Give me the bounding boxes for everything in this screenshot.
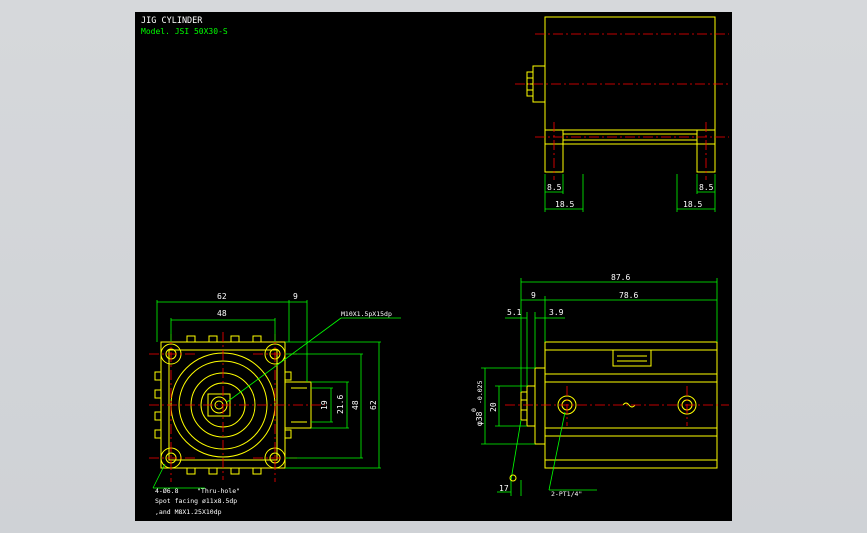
top-view: 8.5 8.5 18.5 18.5 [515,16,729,212]
dim-8-5-left: 8.5 [547,183,562,192]
dim-87-6: 87.6 [611,273,630,282]
dim-78-6: 78.6 [619,291,638,300]
spot-facing-note: Spot facing ø11x8.5dp [155,497,237,505]
dim-9-side: 9 [531,291,536,300]
port-note: 2-PT1/4" [551,490,582,498]
dim-8-5-right: 8.5 [699,183,714,192]
dim-62-top: 62 [217,292,227,301]
side-view: 87.6 9 78.6 5.1 3.9 φ38 0 -0.025 20 17 2… [470,273,729,498]
cad-viewport[interactable]: JIG CYLINDER Model. JSI 50X30-S 8.5 8.5 … [0,0,867,533]
dim-48-top: 48 [217,309,227,318]
and-thread-note: ,and M8X1.25X10dp [155,508,222,516]
dim-dia-38-tol0: 0 [470,408,478,412]
dim-dia-38: φ38 [475,411,484,426]
dim-19: 19 [320,400,329,410]
cad-drawing: JIG CYLINDER Model. JSI 50X30-S 8.5 8.5 … [141,16,729,516]
drawing-model: Model. JSI 50X30-S [141,27,228,36]
dim-18-5-left: 18.5 [555,200,574,209]
thread-note: M10X1.5pX15dp [341,310,392,318]
thru-hole-note: "Thru-hole" [197,487,240,495]
dim-48-vertical: 48 [351,400,360,410]
dim-5-1: 5.1 [507,308,522,317]
dim-62-vertical: 62 [369,400,378,410]
dim-dia-38-tol: -0.025 [476,380,484,404]
drawing-title: JIG CYLINDER [141,16,203,26]
dim-18-5-right: 18.5 [683,200,702,209]
drawing-canvas[interactable]: JIG CYLINDER Model. JSI 50X30-S 8.5 8.5 … [135,12,732,521]
dim-20: 20 [489,402,498,412]
dim-17: 17 [499,484,509,493]
dim-21-6: 21.6 [336,395,345,414]
label-plate [612,349,652,367]
front-view: 62 9 48 19 21.6 48 62 M10X1.5pX15dp 4-Ø6… [149,292,401,516]
dim-9-top: 9 [293,292,298,301]
dim-3-9: 3.9 [549,308,564,317]
hole-note: 4-Ø6.8 [155,487,179,495]
